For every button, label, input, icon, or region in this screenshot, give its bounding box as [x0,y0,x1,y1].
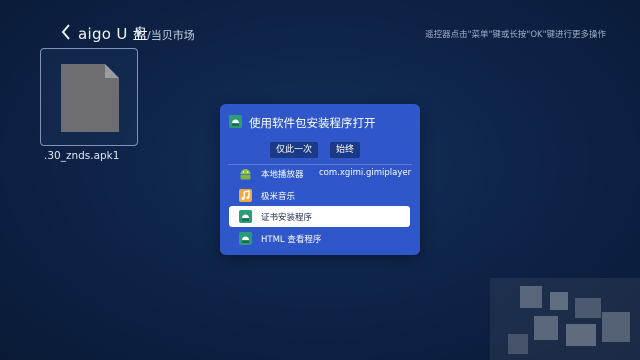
file-tile[interactable] [40,48,138,146]
breadcrumb: /当贝市场 [147,29,195,42]
dialog-title: 使用软件包安装程序打开 [249,116,376,130]
always-button[interactable]: 始终 [330,142,361,158]
app-option-html-viewer[interactable]: HTML 查看程序 [229,228,410,249]
open-with-dialog: 使用软件包安装程序打开 仅此一次 始终 本地播放器 com.xgimi.gimi… [220,104,420,255]
app-option-gimi-music[interactable]: 极米音乐 [229,185,410,206]
android-app-icon [229,115,242,128]
android-green-icon [240,169,251,180]
android-installer-icon [239,210,252,223]
app-option-label: HTML 查看程序 [261,235,322,245]
remote-hint: 遥控器点击"菜单"键或长按"OK"键进行更多操作 [425,30,606,40]
app-option-local-player[interactable]: 本地播放器 com.xgimi.gimiplayer [229,163,412,184]
android-installer-icon [239,232,252,245]
breadcrumb-arrow-icon [137,29,142,37]
file-name: .30_znds.apk1 [44,150,120,162]
app-option-label: 证书安装程序 [261,213,313,223]
app-option-label: 极米音乐 [261,192,296,202]
app-package-name: com.xgimi.gimiplayer [319,168,412,178]
pixelated-watermark [490,278,640,360]
dialog-header: 使用软件包安装程序打开 [220,104,420,140]
document-icon [61,64,119,132]
app-option-certificate-installer[interactable]: 证书安装程序 [229,206,410,227]
just-once-button[interactable]: 仅此一次 [270,142,319,158]
app-option-label: 本地播放器 [261,170,304,180]
music-app-icon [239,189,252,202]
chevron-left-icon[interactable] [60,23,72,41]
